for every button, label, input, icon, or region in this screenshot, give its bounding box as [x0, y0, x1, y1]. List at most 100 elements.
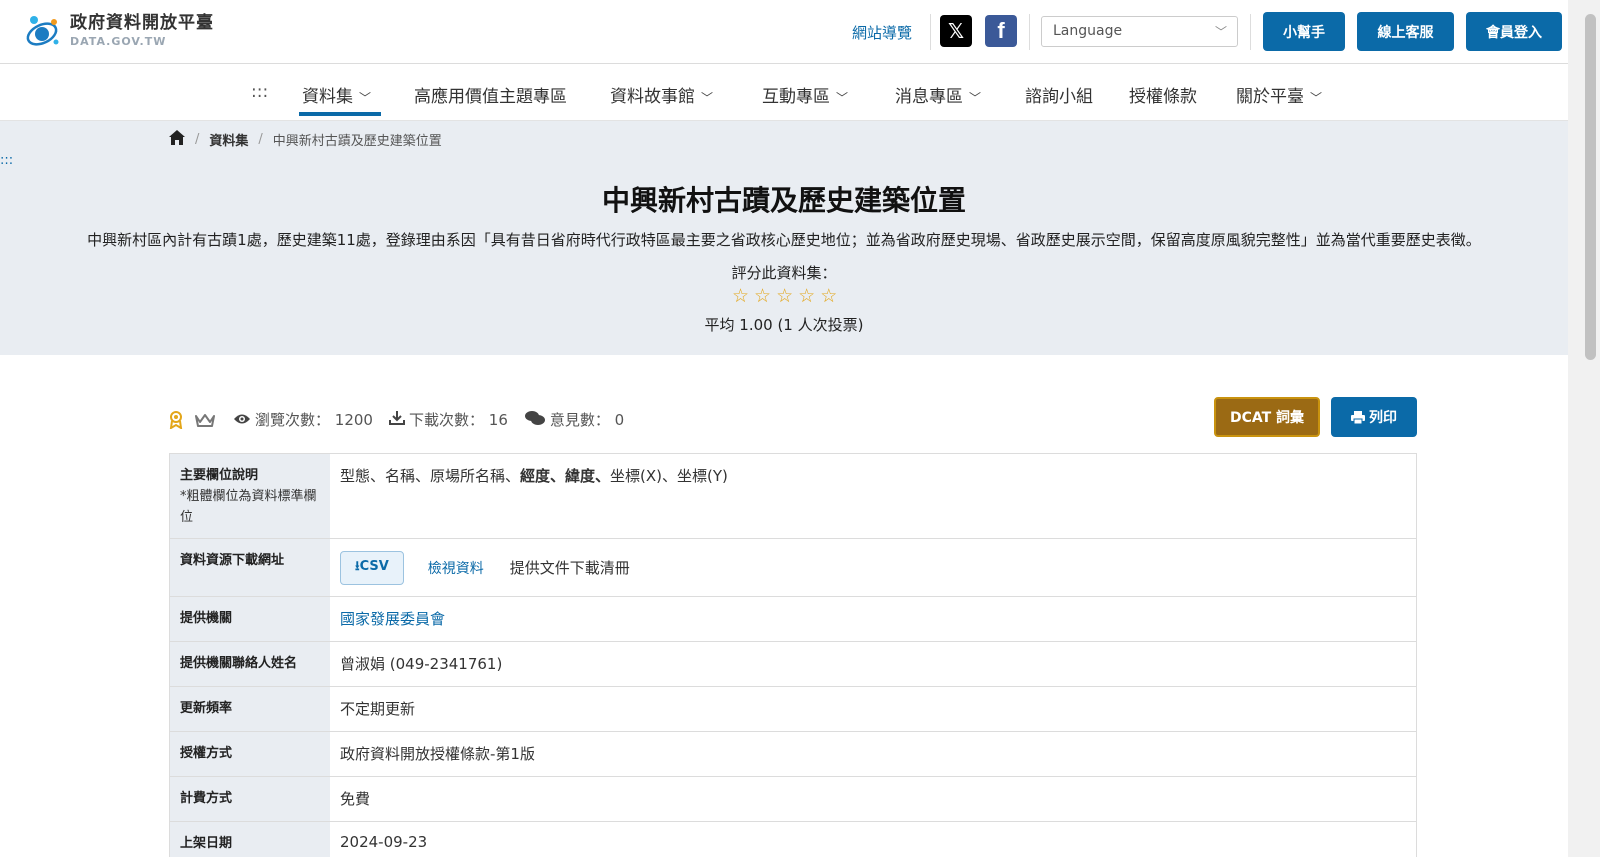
print-button[interactable]: 列印	[1331, 397, 1417, 437]
table-header-cell: 資料資源下載網址	[170, 539, 330, 596]
logo-icon	[24, 12, 62, 50]
dataset-description: 中興新村區內計有古蹟1處，歷史建築11處，登錄理由系因「具有昔日省府時代行政特區…	[87, 231, 1481, 249]
table-row: 上架日期 2024-09-23	[170, 822, 1416, 857]
fields-value: 型態、名稱、原場所名稱、 經度、緯度、 坐標(X)、坐標(Y)	[330, 454, 1416, 538]
nav-active-indicator	[299, 112, 381, 116]
award-icon	[169, 410, 183, 429]
frequency-value: 不定期更新	[340, 700, 416, 718]
dataset-detail-table: 主要欄位說明 *粗體欄位為資料標準欄位 型態、名稱、原場所名稱、 經度、緯度、 坐標…	[169, 453, 1417, 857]
comments-icon	[524, 410, 546, 430]
home-icon[interactable]	[169, 130, 185, 149]
download-count-value: 16	[488, 410, 508, 429]
chevron-down-icon: ﹀	[1214, 25, 1227, 39]
fields-standard-text: 經度、緯度、	[520, 467, 611, 485]
table-row: 更新頻率 不定期更新	[170, 687, 1416, 732]
breadcrumb: / 資料集 / 中興新村古蹟及歷史建築位置	[169, 130, 442, 149]
download-icon	[388, 410, 405, 429]
language-select-value: Language	[1053, 23, 1123, 39]
table-row: 提供機關聯絡人姓名 曾淑娟 (049-2341761)	[170, 642, 1416, 687]
nav-item-about[interactable]: 關於平臺 ﹀	[1236, 82, 1322, 107]
table-header-cell: 計費方式	[170, 777, 330, 821]
scrollbar-thumb[interactable]	[1585, 14, 1596, 360]
site-map-link[interactable]: 網站導覽	[852, 22, 912, 43]
content-skip-anchor[interactable]: :::	[0, 153, 13, 168]
agency-value: 國家發展委員會	[330, 597, 1416, 641]
star-icon[interactable]: ☆	[732, 287, 749, 306]
crown-icon	[195, 413, 215, 427]
nav-item-high-value[interactable]: 高應用價值主題專區	[414, 82, 567, 107]
csv-download-button[interactable]: ⭳CSV	[340, 550, 404, 585]
main-nav: ::: 資料集 ﹀ 高應用價值主題專區 資料故事館 ﹀ 互動專區 ﹀ 消息專區 ﹀ 諮詢…	[0, 64, 1568, 121]
member-login-button[interactable]: 會員登入	[1466, 12, 1562, 51]
eye-icon	[233, 411, 251, 429]
view-count-label: 瀏覽次數：	[255, 411, 331, 429]
nav-item-license[interactable]: 授權條款	[1129, 82, 1197, 107]
helper-button[interactable]: 小幫手	[1263, 12, 1345, 51]
page-title: 中興新村古蹟及歷史建築位置	[601, 184, 966, 217]
fee-value: 免費	[340, 790, 371, 808]
agency-link[interactable]: 國家發展委員會	[340, 608, 445, 629]
nav-item-interactive[interactable]: 互動專區 ﹀	[762, 82, 848, 107]
table-header-cell: 上架日期	[170, 822, 330, 857]
top-header: 政府資料開放平臺 DATA.GOV.TW 網站導覽 𝕏 f Language ﹀…	[0, 0, 1568, 64]
star-icon[interactable]: ☆	[820, 287, 837, 306]
dcat-button[interactable]: DCAT 詞彙	[1214, 397, 1320, 437]
csv-label: CSV	[359, 558, 389, 574]
nav-skip-anchor[interactable]: :::	[251, 82, 268, 102]
breadcrumb-datasets[interactable]: 資料集	[209, 130, 248, 149]
fields-text: 型態、名稱、原場所名稱、	[340, 467, 521, 485]
chevron-down-icon: ﹀	[359, 91, 372, 105]
nav-item-advisory[interactable]: 諮詢小組	[1025, 82, 1093, 107]
fields-label: 主要欄位說明	[180, 468, 259, 483]
comment-count: 意見數： 0	[524, 409, 624, 430]
nav-item-news[interactable]: 消息專區 ﹀	[895, 82, 981, 107]
published-value: 2024-09-23	[340, 833, 428, 851]
view-count: 瀏覽次數： 1200	[233, 409, 373, 430]
fields-text-rest: 坐標(X)、坐標(Y)	[610, 467, 728, 485]
facebook-icon[interactable]: f	[985, 15, 1017, 47]
table-row: 授權方式 政府資料開放授權條款-第1版	[170, 732, 1416, 777]
rating-stars: ☆ ☆ ☆ ☆ ☆	[732, 287, 837, 306]
printer-icon	[1351, 410, 1365, 424]
download-count-label: 下載次數：	[408, 411, 484, 429]
nav-item-stories[interactable]: 資料故事館 ﹀	[610, 82, 713, 107]
rating-average: 平均 1.00 (1 人次投票)	[704, 316, 864, 334]
nav-item-label: 資料集	[302, 87, 353, 107]
chevron-down-icon: ﹀	[836, 91, 849, 105]
chevron-down-icon: ﹀	[1310, 91, 1323, 105]
table-header-cell: 授權方式	[170, 732, 330, 776]
divider	[930, 14, 931, 50]
comment-count-label: 意見數：	[549, 411, 610, 429]
online-service-button[interactable]: 線上客服	[1357, 12, 1454, 51]
nav-item-datasets[interactable]: 資料集 ﹀	[302, 82, 371, 107]
download-count: 下載次數： 16	[388, 409, 508, 430]
resource-value: ⭳CSV 檢視資料 提供文件下載清冊	[330, 539, 1416, 596]
nav-item-label: 資料故事館	[610, 87, 695, 107]
breadcrumb-separator: /	[195, 132, 200, 147]
table-header-cell: 更新頻率	[170, 687, 330, 731]
dataset-stats: 瀏覽次數： 1200 下載次數： 16 意見數： 0	[169, 409, 640, 430]
print-button-label: 列印	[1369, 410, 1397, 426]
nav-item-label: 關於平臺	[1236, 87, 1304, 107]
comment-count-value: 0	[614, 410, 625, 429]
view-count-value: 1200	[334, 410, 373, 429]
nav-item-label: 消息專區	[895, 87, 963, 107]
breadcrumb-current: 中興新村古蹟及歷史建築位置	[272, 134, 442, 149]
logo-subtitle: DATA.GOV.TW	[70, 35, 167, 48]
divider	[1029, 14, 1030, 50]
table-row: 提供機關 國家發展委員會	[170, 597, 1416, 642]
table-row: 資料資源下載網址 ⭳CSV 檢視資料 提供文件下載清冊	[170, 539, 1416, 597]
breadcrumb-separator: /	[258, 132, 263, 147]
star-icon[interactable]: ☆	[798, 287, 815, 306]
logo-title: 政府資料開放平臺	[70, 13, 214, 33]
x-twitter-icon[interactable]: 𝕏	[940, 15, 972, 47]
nav-item-label: 互動專區	[762, 87, 830, 107]
table-row: 計費方式 免費	[170, 777, 1416, 822]
site-logo[interactable]: 政府資料開放平臺 DATA.GOV.TW	[24, 12, 214, 50]
language-select[interactable]: Language ﹀	[1041, 16, 1238, 47]
star-icon[interactable]: ☆	[754, 287, 771, 306]
view-data-link[interactable]: 檢視資料	[428, 558, 484, 578]
star-icon[interactable]: ☆	[776, 287, 793, 306]
resource-text: 提供文件下載清冊	[509, 559, 630, 577]
chevron-down-icon: ﹀	[969, 91, 982, 105]
